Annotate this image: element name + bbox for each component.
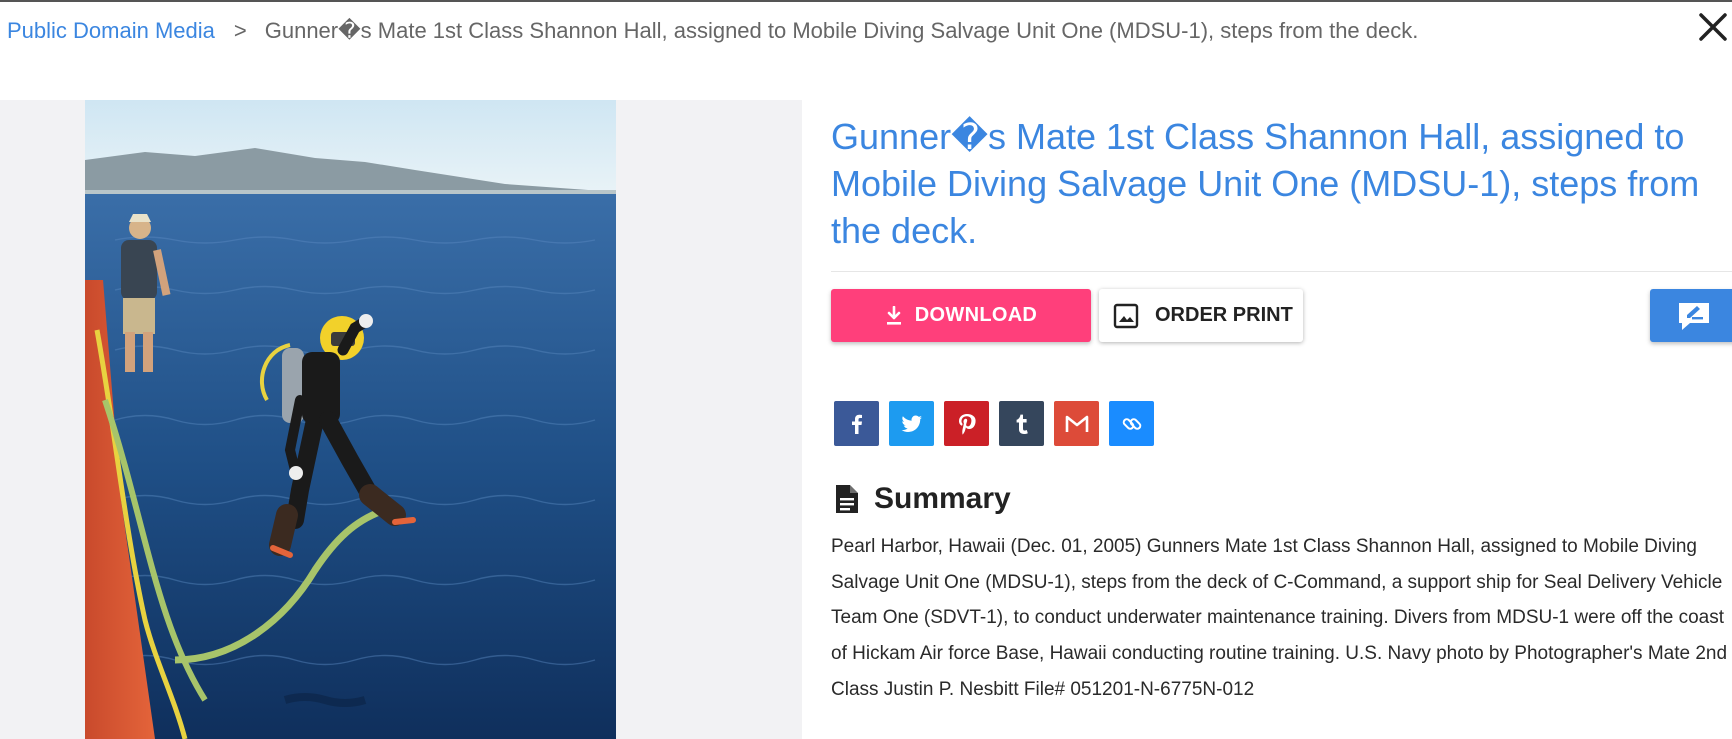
breadcrumb-current: Gunner�s Mate 1st Class Shannon Hall, as…: [264, 18, 1419, 43]
share-gmail[interactable]: [1054, 401, 1099, 446]
image-icon: [1113, 303, 1139, 328]
breadcrumb-home-link[interactable]: Public Domain Media: [7, 18, 215, 44]
media-image[interactable]: [85, 100, 616, 739]
close-button[interactable]: [1696, 10, 1730, 44]
pinterest-icon: [958, 413, 976, 435]
breadcrumb-separator: >: [233, 18, 247, 43]
download-icon: [886, 305, 901, 325]
close-icon: [1699, 13, 1727, 41]
divider: [831, 271, 1732, 272]
top-border: [0, 0, 1732, 2]
share-facebook[interactable]: [834, 401, 879, 446]
order-print-label: ORDER PRINT: [1155, 304, 1293, 326]
document-icon: [836, 485, 858, 513]
edit-icon: [1679, 302, 1709, 330]
share-tumblr[interactable]: [999, 401, 1044, 446]
download-label: DOWNLOAD: [914, 304, 1038, 326]
facebook-icon: [851, 414, 862, 434]
share-pinterest[interactable]: [944, 401, 989, 446]
summary-header: Summary: [834, 480, 1011, 518]
edit-button[interactable]: [1650, 289, 1732, 342]
share-link[interactable]: [1109, 401, 1154, 446]
gmail-icon: [1065, 415, 1088, 432]
share-buttons: [834, 401, 1154, 446]
summary-heading: Summary: [874, 482, 1011, 515]
share-twitter[interactable]: [889, 401, 934, 446]
page-title: Gunner�s Mate 1st Class Shannon Hall, as…: [831, 116, 1700, 251]
twitter-icon: [901, 415, 922, 432]
download-button[interactable]: DOWNLOAD: [831, 289, 1091, 342]
order-print-button[interactable]: ORDER PRINT: [1099, 289, 1303, 342]
breadcrumb: Public Domain Media > Gunner�s Mate 1st …: [7, 17, 1418, 45]
tumblr-icon: [1016, 414, 1028, 434]
summary-text: Pearl Harbor, Hawaii (Dec. 01, 2005) Gun…: [831, 536, 1728, 700]
link-icon: [1122, 417, 1141, 430]
